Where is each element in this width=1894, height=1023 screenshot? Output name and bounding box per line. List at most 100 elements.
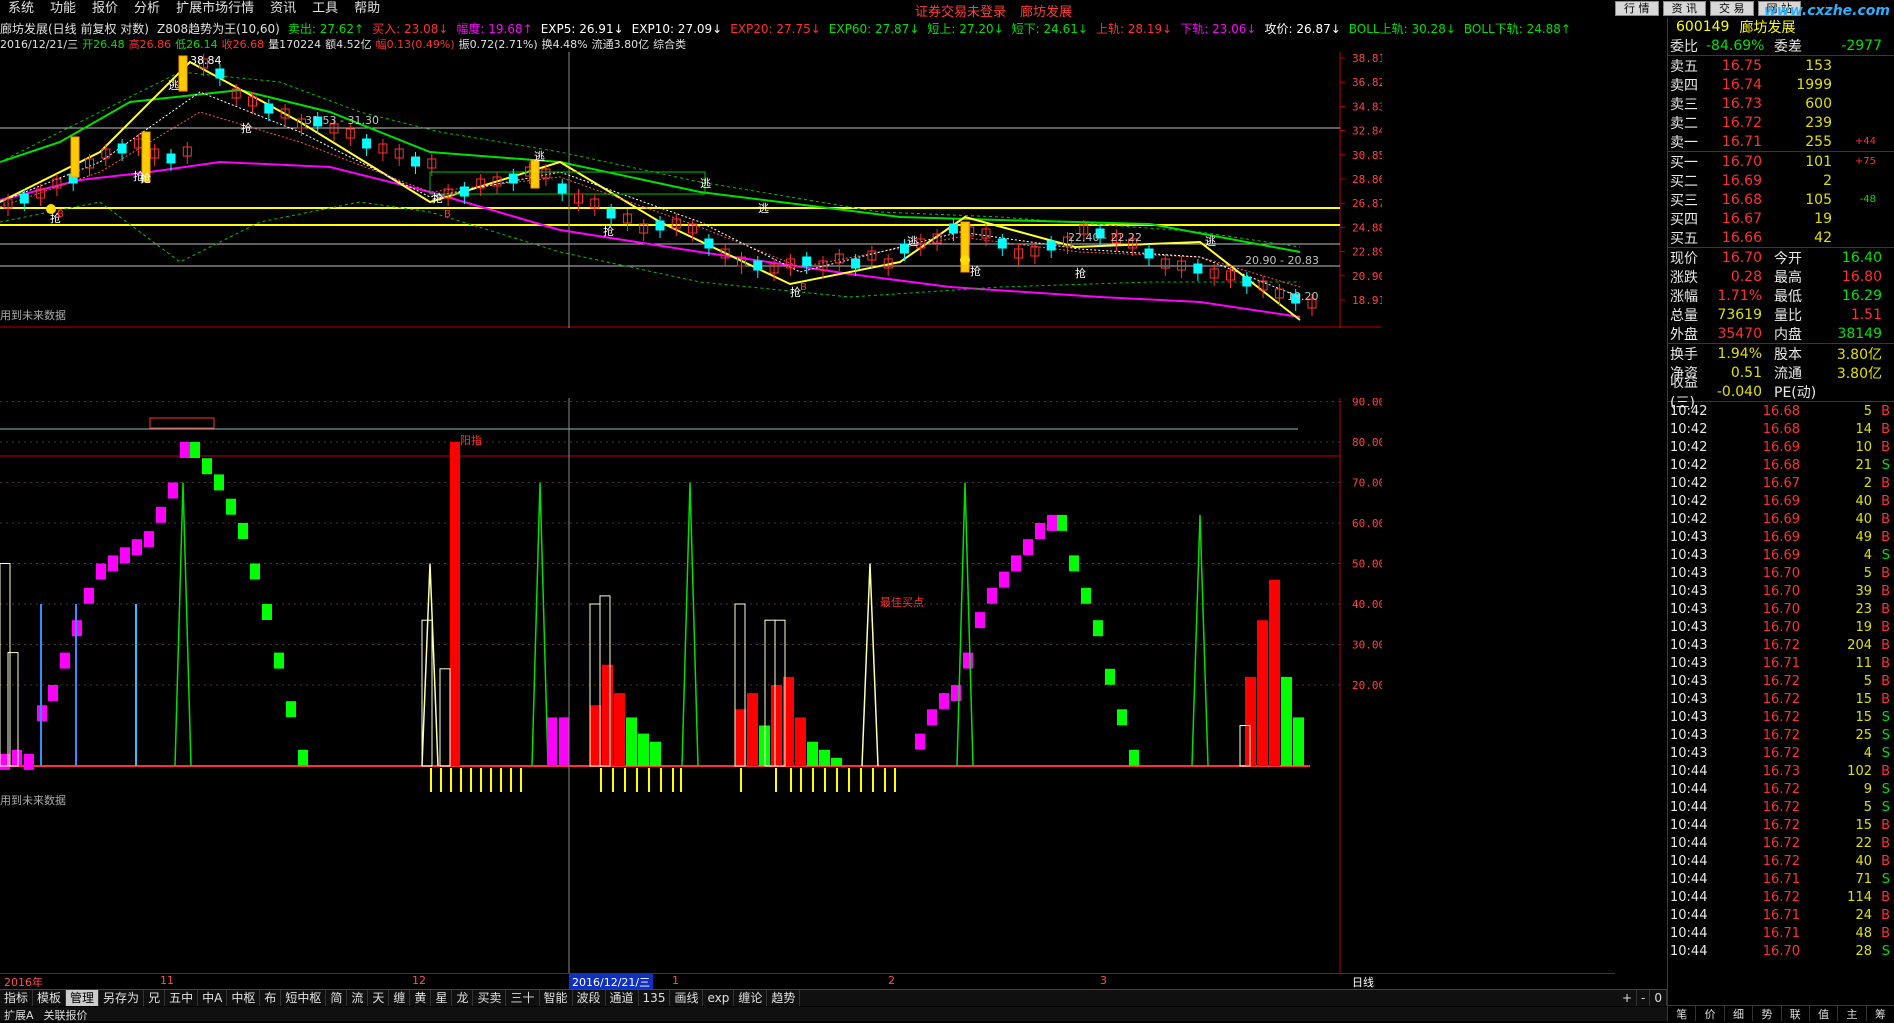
indicator-tab[interactable]: 趋势 — [767, 990, 801, 1006]
top-nav-button[interactable]: 资 讯 — [1662, 1, 1706, 16]
tick-price: 16.70 — [1762, 583, 1800, 599]
indicator-tab[interactable]: 通道 — [606, 990, 639, 1006]
tick-time: 10:42 — [1670, 439, 1708, 455]
indicator-tab[interactable]: 布 — [260, 990, 282, 1006]
signal-tick — [500, 768, 502, 792]
indicator-tab[interactable]: 简 — [326, 990, 348, 1006]
quote-footer-tab[interactable]: 细 — [1725, 1006, 1754, 1021]
stair-block — [144, 531, 154, 548]
quote-value: -84.69% — [1706, 37, 1765, 54]
indicator-tab[interactable]: 流 — [347, 990, 369, 1006]
menu-item[interactable]: 分析 — [126, 0, 168, 18]
indicator-tab[interactable]: 中枢 — [227, 990, 261, 1006]
menu-item[interactable]: 帮助 — [346, 0, 388, 18]
indicator-tab[interactable]: 缠论 — [734, 990, 768, 1006]
center-link[interactable]: 廊坊发展 — [1020, 1, 1072, 20]
tick-price: 16.72 — [1762, 781, 1800, 797]
menu-item[interactable]: 扩展市场行情 — [168, 0, 262, 18]
indicator-tab[interactable]: 中A — [198, 990, 228, 1006]
quote-footer-tab[interactable]: 笔 — [1668, 1006, 1697, 1021]
quote-label: 涨跌 — [1670, 269, 1698, 286]
indicator-tab[interactable]: 智能 — [540, 990, 573, 1006]
indicator-tab[interactable]: 模板 — [33, 990, 67, 1006]
signal-tick — [848, 768, 850, 792]
menu-item[interactable]: 系统 — [0, 0, 42, 18]
candle-body — [264, 103, 274, 114]
main-kline-chart[interactable]: 38.81 36.82 34.83 32.84 30.85 28.86 26.87 24.88… — [0, 52, 1382, 328]
stair-block — [963, 652, 973, 669]
indicator-tab[interactable]: 天 — [368, 990, 390, 1006]
tick-volume: 14 — [1855, 421, 1872, 437]
y-tick-label: 18.91 — [1352, 294, 1382, 307]
tick-side: S — [1881, 709, 1890, 725]
indicator-tab[interactable]: 波段 — [573, 990, 606, 1006]
tick-volume: 23 — [1855, 601, 1872, 617]
indicator-tab[interactable]: 画线 — [670, 990, 704, 1006]
tick-side: B — [1881, 529, 1890, 545]
indicator-tab[interactable]: 星 — [431, 990, 453, 1006]
tick-side: B — [1881, 907, 1890, 923]
quote-value: 73619 — [1717, 306, 1762, 323]
tick-time: 10:43 — [1670, 547, 1708, 563]
indicator-tab[interactable]: 龙 — [452, 990, 474, 1006]
indicator-tab[interactable]: 买卖 — [473, 990, 507, 1006]
signal-tick — [680, 768, 682, 792]
indicator-value: 上轨: 28.19↓ — [1095, 22, 1173, 36]
zoom-button[interactable]: 0 — [1650, 990, 1667, 1006]
indicator-tab[interactable]: 三十 — [506, 990, 540, 1006]
status-item[interactable]: 扩展A — [4, 1007, 34, 1022]
quote-footer-tab[interactable]: 价 — [1696, 1006, 1725, 1021]
period-label[interactable]: 日线 — [1352, 974, 1374, 990]
tick-row: 10:44 16.72 40 B — [1668, 852, 1894, 870]
indicator-tab[interactable]: 135 — [639, 990, 671, 1006]
menu-item[interactable]: 工具 — [304, 0, 346, 18]
stair-block — [1023, 539, 1033, 556]
tick-time: 10:44 — [1670, 763, 1708, 779]
tick-row: 10:43 16.70 19 B — [1668, 618, 1894, 636]
indicator-tab[interactable]: 管理 — [66, 990, 100, 1006]
quote-footer-tab[interactable]: 筹 — [1867, 1006, 1894, 1021]
zoom-button[interactable]: + — [1618, 990, 1638, 1006]
quote-footer-tab[interactable]: 主 — [1838, 1006, 1867, 1021]
tick-time: 10:44 — [1670, 817, 1708, 833]
center-link[interactable]: 证券交易未登录 — [915, 1, 1006, 20]
top-nav-button[interactable]: 行 情 — [1615, 1, 1659, 16]
menu-item[interactable]: 报价 — [84, 0, 126, 18]
candle-body — [117, 143, 127, 154]
indicator-tab[interactable]: 另存为 — [99, 990, 145, 1006]
indicator-value: 卖出: 27.62↑ — [287, 22, 365, 36]
highlight-candle — [178, 55, 188, 92]
candle-body — [655, 220, 665, 231]
top-nav-button[interactable]: 交 易 — [1710, 1, 1754, 16]
zoom-button[interactable]: - — [1637, 990, 1651, 1006]
sub-y-tick-label: 30.00 — [1352, 639, 1382, 652]
quote-row: 现价 16.70 今开 16.40 — [1668, 248, 1894, 267]
date-axis-label: 3 — [1100, 974, 1107, 987]
tick-time: 10:44 — [1670, 853, 1708, 869]
indicator-tab[interactable]: 黄 — [410, 990, 432, 1006]
quote-footer-tab[interactable]: 联 — [1782, 1006, 1810, 1021]
indicator-tab[interactable]: 短中枢 — [281, 990, 327, 1006]
indicator-tab[interactable]: 兄 — [144, 990, 166, 1006]
quote-footer-tab[interactable]: 值 — [1810, 1006, 1839, 1021]
candle-body — [997, 238, 1007, 249]
menu-item[interactable]: 功能 — [42, 0, 84, 18]
tick-row: 10:43 16.71 11 B — [1668, 654, 1894, 672]
quote-row: 涨跌 0.28 最高 16.80 — [1668, 267, 1894, 286]
candle-body — [1144, 248, 1154, 259]
stair-block — [84, 587, 94, 604]
smiley-icon — [960, 255, 970, 265]
tick-row: 10:43 16.72 15 S — [1668, 708, 1894, 726]
indicator-tab[interactable]: 缠 — [389, 990, 411, 1006]
menu-item[interactable]: 资讯 — [262, 0, 304, 18]
y-tick-label: 26.87 — [1352, 197, 1382, 210]
tick-row: 10:43 16.70 23 B — [1668, 600, 1894, 618]
sub-indicator-chart[interactable]: 100.090.0080.0070.0060.0050.0040.0030.00… — [0, 398, 1382, 973]
indicator-tab[interactable]: 指标 — [0, 990, 34, 1006]
indicator-tab[interactable]: exp — [703, 990, 735, 1006]
stair-block — [1105, 668, 1115, 685]
status-item[interactable]: 关联报价 — [44, 1007, 88, 1022]
range-label: 31.53 - 31.30 — [305, 114, 379, 127]
quote-footer-tab[interactable]: 势 — [1753, 1006, 1782, 1021]
indicator-tab[interactable]: 五中 — [165, 990, 199, 1006]
